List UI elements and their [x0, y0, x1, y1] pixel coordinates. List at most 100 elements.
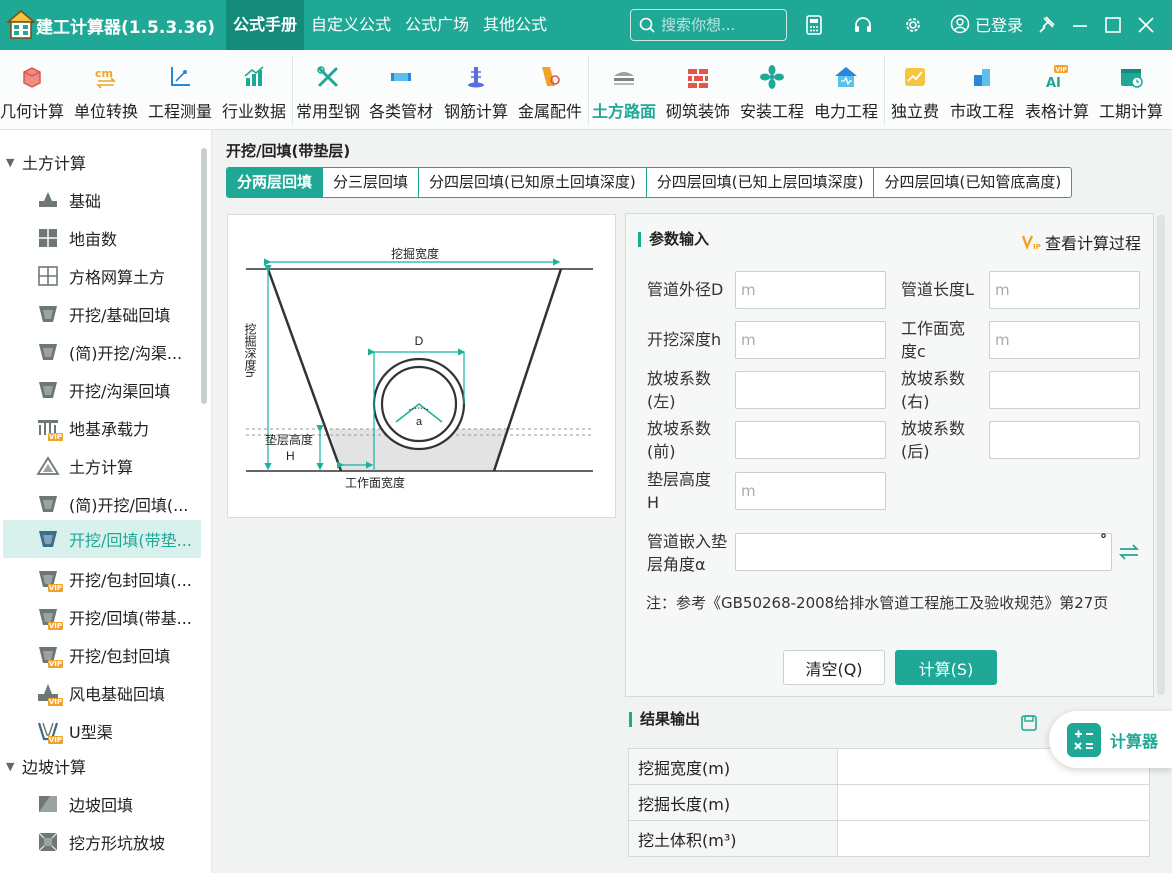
sidebar-item-label: 基础 [69, 192, 102, 211]
tool-metal-fittings[interactable]: 金属配件 [516, 50, 584, 130]
clear-button[interactable]: 清空(Q) [783, 650, 885, 685]
tool-survey[interactable]: 工程测量 [146, 50, 214, 130]
search-box[interactable] [630, 9, 787, 41]
pipe-length-input[interactable] [989, 271, 1140, 309]
sidebar-item-label: 开挖/回填(带垫... [69, 531, 192, 550]
slope-back-input[interactable] [989, 421, 1140, 459]
sidebar-item-slope-backfill[interactable]: 边坡回填 [3, 786, 201, 822]
tool-installation[interactable]: 安装工程 [738, 50, 806, 130]
subtab-three-layer[interactable]: 分三层回填 [323, 168, 420, 197]
headset-icon[interactable] [852, 14, 874, 36]
parameter-section-title: 参数输入 [638, 232, 709, 247]
svg-text:cm: cm [95, 67, 113, 80]
cushion-height-input[interactable] [735, 472, 886, 510]
embed-angle-input[interactable] [735, 533, 1112, 571]
sidebar-group-slope[interactable]: ▼ 边坡计算 [0, 748, 86, 784]
sidebar-item-simple-excavation-backfill[interactable]: (简)开挖/回填(... [3, 486, 201, 522]
save-icon[interactable] [1020, 714, 1038, 732]
subtab-four-layer-original-soil[interactable]: 分四层回填(已知原土回填深度) [419, 168, 647, 197]
slope-right-input[interactable] [989, 371, 1140, 409]
content-scrollbar[interactable] [1157, 215, 1165, 695]
sidebar-item-encasement-backfill-a[interactable]: VIP 开挖/包封回填(... [3, 561, 201, 597]
tool-table-calc[interactable]: VIP AI 表格计算 [1022, 50, 1092, 130]
tool-municipal[interactable]: 市政工程 [948, 50, 1016, 130]
sidebar-item-excavation-foundation-backfill[interactable]: 开挖/基础回填 [3, 296, 201, 332]
sidebar-item-land-area[interactable]: 地亩数 [3, 220, 201, 256]
caret-down-icon: ▼ [6, 155, 15, 169]
tool-label: 钢筋计算 [443, 102, 508, 121]
workface-width-input[interactable] [989, 321, 1140, 359]
tool-pipes[interactable]: 各类管材 [366, 50, 436, 130]
login-status[interactable]: 已登录 [950, 12, 1023, 36]
tool-industry-data[interactable]: 行业数据 [220, 50, 288, 130]
vip-ai-icon: VIP AI [1046, 65, 1068, 90]
subtab-two-layer[interactable]: 分两层回填 [227, 168, 324, 197]
subtab-four-layer-upper[interactable]: 分四层回填(已知上层回填深度) [647, 168, 875, 197]
nav-tab-other-formula[interactable]: 其他公式 [476, 0, 554, 50]
tool-independent-fee[interactable]: 独立费 [888, 50, 942, 130]
tool-label: 安装工程 [739, 102, 804, 121]
sidebar-group-earthwork[interactable]: ▼ 土方计算 [0, 144, 86, 180]
tool-steel[interactable]: 常用型钢 [294, 50, 362, 130]
minimize-icon[interactable] [1071, 14, 1089, 36]
nav-tab-custom-formula[interactable]: 自定义公式 [304, 0, 398, 50]
trench-vip-icon: VIP [36, 568, 63, 592]
pin-icon[interactable] [1037, 14, 1057, 36]
caret-down-icon: ▼ [6, 759, 15, 773]
nav-tab-formula-manual[interactable]: 公式手册 [226, 0, 305, 50]
sidebar-item-trench-backfill[interactable]: 开挖/沟渠回填 [3, 372, 201, 408]
tool-rebar[interactable]: 钢筋计算 [440, 50, 512, 130]
tool-unit-convert[interactable]: cm 单位转换 [70, 50, 142, 130]
gear-icon[interactable] [902, 14, 924, 36]
subtab-bar: 分两层回填 分三层回填 分四层回填(已知原土回填深度) 分四层回填(已知上层回填… [226, 167, 1073, 198]
sidebar-item-grid-earthwork[interactable]: 方格网算土方 [3, 258, 201, 294]
sidebar-item-simple-trench[interactable]: (简)开挖/沟渠... [3, 334, 201, 370]
field-label-cushion-height: 垫层高度H [647, 470, 712, 512]
trench-icon [39, 382, 57, 398]
view-process-label: 查看计算过程 [1044, 234, 1141, 253]
slope-front-input[interactable] [735, 421, 886, 459]
tool-power[interactable]: 电力工程 [812, 50, 880, 130]
sidebar-scrollbar[interactable] [201, 148, 207, 404]
excavation-depth-input[interactable] [735, 321, 886, 359]
metal-fitting-icon [542, 67, 560, 86]
sidebar-item-foundation[interactable]: 基础 [3, 182, 201, 218]
floating-calculator-button[interactable]: 计算器 [1049, 711, 1172, 768]
calculator-icon[interactable] [803, 14, 825, 36]
category-toolbar: 几何计算 cm 单位转换 工程测量 行业数据 常用型钢 各类管材 钢筋计算 金属… [0, 50, 1172, 130]
sidebar-item-excavation-cushion[interactable]: 开挖/回填(带垫... [3, 520, 201, 558]
tool-schedule[interactable]: 工期计算 [1096, 50, 1166, 130]
nav-tab-formula-square[interactable]: 公式广场 [398, 0, 476, 50]
pit-icon [38, 832, 58, 852]
sidebar-item-bearing-capacity[interactable]: VIP 地基承载力 [3, 410, 201, 446]
sidebar-item-square-pit-slope[interactable]: 挖方形坑放坡 [3, 824, 201, 860]
search-input[interactable] [661, 16, 781, 34]
sidebar-item-excavation-base[interactable]: VIP 开挖/回填(带基... [3, 599, 201, 635]
tool-label: 工程测量 [147, 102, 212, 121]
sidebar-item-earthwork-calc[interactable]: 土方计算 [3, 448, 201, 484]
pipe-icon [391, 73, 411, 81]
view-process-link[interactable]: IP 查看计算过程 [1021, 230, 1141, 254]
tool-label: 各类管材 [368, 102, 433, 121]
result-label: 挖掘长度(m) [628, 784, 838, 821]
swap-icon[interactable] [1118, 543, 1140, 561]
sidebar-item-wind-foundation[interactable]: VIP 风电基础回填 [3, 675, 201, 711]
tool-geometry[interactable]: 几何计算 [0, 50, 66, 130]
calendar-icon [1121, 69, 1143, 88]
subtab-four-layer-pipe-bottom[interactable]: 分四层回填(已知管底高度) [874, 168, 1071, 197]
outer-diameter-input[interactable] [735, 271, 886, 309]
sidebar-item-label: (简)开挖/沟渠... [69, 344, 183, 363]
maximize-icon[interactable] [1104, 14, 1122, 36]
sidebar-item-u-channel[interactable]: VIP U型渠 [3, 713, 201, 749]
slope-left-input[interactable] [735, 371, 886, 409]
survey-icon [171, 67, 190, 86]
sidebar-item-label: 边坡回填 [69, 796, 134, 815]
field-label-slope-back: 放坡系数(后) [901, 419, 966, 461]
calculate-button[interactable]: 计算(S) [895, 650, 997, 685]
tool-masonry[interactable]: 砌筑装饰 [664, 50, 732, 130]
sidebar-item-encasement-backfill-b[interactable]: VIP 开挖/包封回填 [3, 637, 201, 673]
close-icon[interactable] [1137, 14, 1155, 36]
tool-earthwork[interactable]: 土方路面 [590, 50, 658, 130]
result-label: 挖掘宽度(m) [628, 748, 838, 785]
diagram-workface-label: 工作面宽度 [345, 475, 405, 490]
